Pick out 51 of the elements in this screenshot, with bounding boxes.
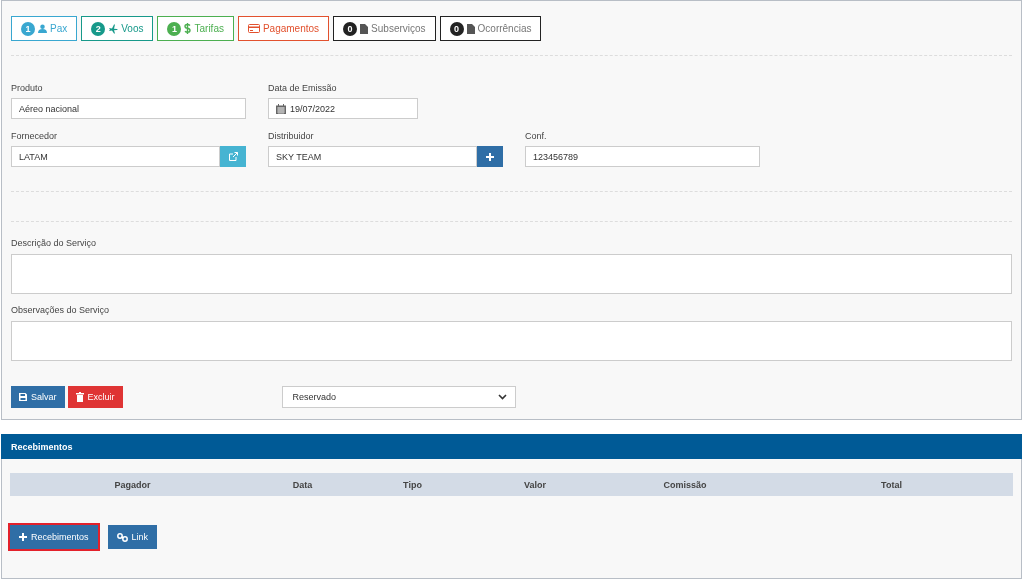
field-label: Fornecedor <box>11 131 59 141</box>
column-header: Total <box>881 479 902 490</box>
field-label: Distribuidor <box>268 131 315 141</box>
count-badge: 1 <box>21 21 35 36</box>
chevron-down-icon <box>497 394 507 400</box>
date-field[interactable]: 19/07/2022 <box>268 98 418 119</box>
external-link-icon <box>228 152 238 161</box>
open-link-button[interactable] <box>220 146 246 167</box>
count-badge: 2 <box>91 21 106 36</box>
column-header: Pagador <box>114 479 151 490</box>
delete-button[interactable]: Excluir <box>67 386 123 408</box>
save-button[interactable]: Salvar <box>11 386 65 408</box>
plus-icon <box>19 533 27 541</box>
input-field[interactable]: 123456789 <box>525 146 760 167</box>
input-field[interactable]: Aéreo nacional <box>11 98 246 119</box>
input-field[interactable]: LATAM <box>11 146 220 167</box>
field-label: Produto <box>11 83 44 93</box>
dollar-icon <box>184 23 192 34</box>
text-area[interactable] <box>11 254 1012 294</box>
field-label: Conf. <box>525 131 548 141</box>
add-receipt-button[interactable]: Recebimentos <box>10 525 98 549</box>
floppy-icon <box>19 393 27 401</box>
section-header: Recebimentos <box>1 434 1022 459</box>
tab[interactable]: 0 Ocorrências <box>439 16 542 41</box>
field-label: Data de Emissão <box>268 83 338 93</box>
tab[interactable]: 0 Subserviços <box>333 16 436 41</box>
link-button[interactable]: Link <box>107 525 158 549</box>
tab[interactable]: Pagamentos <box>237 16 330 41</box>
count-badge: 1 <box>167 21 182 36</box>
file-icon <box>360 23 369 34</box>
column-header: Valor <box>524 479 546 490</box>
column-header: Comissão <box>663 479 707 490</box>
calendar-icon <box>276 103 286 114</box>
column-header: Data <box>292 479 313 490</box>
tab[interactable]: 2 Voos <box>81 16 154 41</box>
field-label: Descrição do Serviço <box>11 238 98 248</box>
text-area[interactable] <box>11 321 1012 361</box>
field-label: Observações do Serviço <box>11 305 111 315</box>
plane-icon <box>108 23 119 34</box>
status-select[interactable]: Reservado <box>281 386 516 408</box>
credit-card-icon <box>247 24 260 33</box>
link-icon <box>116 532 128 542</box>
person-icon <box>38 24 47 33</box>
trash-icon <box>75 392 84 402</box>
plus-icon <box>486 152 494 161</box>
file-icon <box>466 23 475 34</box>
add-button[interactable] <box>477 146 503 167</box>
input-field[interactable]: SKY TEAM <box>268 146 477 167</box>
count-badge: 0 <box>343 21 358 36</box>
column-header: Tipo <box>403 479 422 490</box>
count-badge: 0 <box>449 21 464 36</box>
